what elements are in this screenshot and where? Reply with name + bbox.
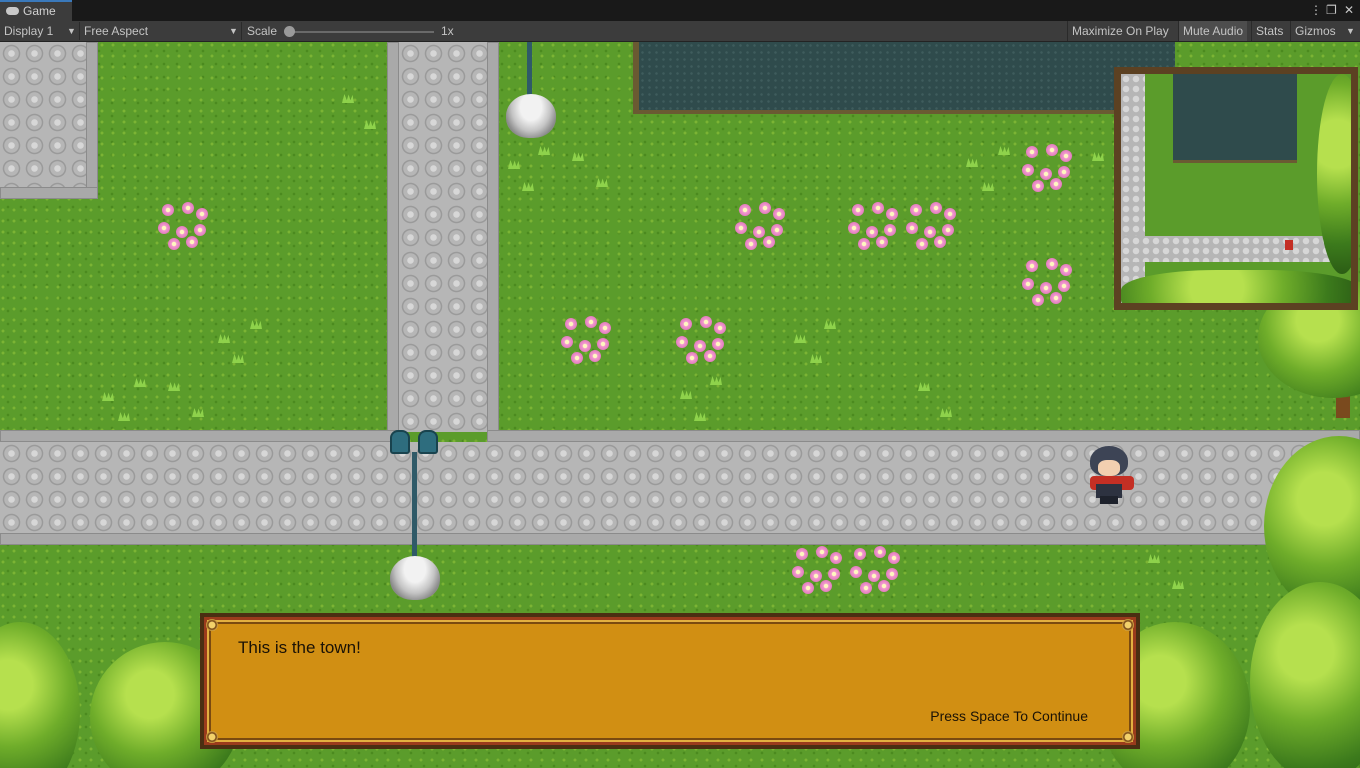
toolbar-divider bbox=[241, 22, 242, 40]
frame-ornament-icon bbox=[206, 619, 218, 631]
dialogue-text: This is the town! bbox=[238, 638, 361, 657]
lamp-base bbox=[390, 556, 440, 600]
grass-tuft bbox=[678, 388, 694, 400]
flower-bush bbox=[1022, 258, 1076, 306]
path-curb bbox=[0, 430, 400, 442]
more-options-icon[interactable]: ⋮ bbox=[1310, 2, 1322, 18]
chevron-down-icon: ▼ bbox=[1346, 26, 1355, 36]
grass-tuft bbox=[938, 406, 954, 418]
lamp-base bbox=[506, 94, 556, 138]
minimap-path bbox=[1121, 74, 1145, 303]
tree bbox=[0, 622, 80, 768]
player-character bbox=[1086, 446, 1136, 504]
flower-bush bbox=[1022, 144, 1076, 192]
grass-tuft bbox=[594, 176, 610, 188]
flower-bush bbox=[848, 202, 902, 250]
lamp-head bbox=[390, 430, 410, 454]
flower-bush bbox=[158, 202, 212, 250]
lamp-post bbox=[412, 452, 417, 572]
grass-tuft bbox=[964, 156, 980, 168]
scale-label: Scale bbox=[247, 24, 278, 38]
mute-audio-toggle[interactable]: Mute Audio bbox=[1178, 21, 1248, 41]
flower-bush bbox=[561, 316, 615, 364]
toolbar-divider bbox=[79, 22, 80, 40]
grass-tuft bbox=[190, 406, 206, 418]
gizmos-dropdown[interactable]: Gizmos bbox=[1290, 21, 1340, 41]
grass-tuft bbox=[1146, 552, 1162, 564]
minimap bbox=[1114, 67, 1358, 310]
aspect-dropdown[interactable]: Free Aspect bbox=[84, 21, 148, 41]
minimap-player-marker bbox=[1285, 240, 1293, 250]
grass-tuft bbox=[980, 180, 996, 192]
scale-value: 1x bbox=[441, 24, 454, 38]
vertical-path bbox=[399, 42, 487, 432]
dialogue-box[interactable]: This is the town! Press Space To Continu… bbox=[200, 613, 1140, 749]
grass-tuft bbox=[100, 390, 116, 402]
stats-toggle[interactable]: Stats bbox=[1251, 21, 1287, 41]
game-view-tab[interactable]: Game bbox=[0, 0, 72, 21]
flower-bush bbox=[735, 202, 789, 250]
frame-ornament-icon bbox=[206, 731, 218, 743]
grass-tuft bbox=[132, 376, 148, 388]
grass-tuft bbox=[1170, 578, 1186, 590]
grass-tuft bbox=[792, 332, 808, 344]
flower-bush bbox=[850, 546, 904, 594]
game-tab-label: Game bbox=[23, 4, 56, 18]
close-window-icon[interactable]: ✕ bbox=[1344, 2, 1354, 18]
horizontal-road bbox=[0, 442, 1360, 534]
grass-tuft bbox=[340, 92, 356, 104]
frame-ornament-icon bbox=[1122, 619, 1134, 631]
minimap-pond bbox=[1173, 74, 1297, 163]
path-curb bbox=[86, 42, 98, 199]
minimap-path bbox=[1121, 236, 1351, 262]
grass-tuft bbox=[536, 144, 552, 156]
plaza-paving bbox=[0, 42, 96, 197]
grass-tuft bbox=[230, 352, 246, 364]
grass-tuft bbox=[116, 410, 132, 422]
grass-tuft bbox=[708, 374, 724, 386]
grass-tuft bbox=[166, 380, 182, 392]
flower-bush bbox=[676, 316, 730, 364]
continue-prompt: Press Space To Continue bbox=[930, 708, 1088, 724]
grass-tuft bbox=[1090, 150, 1106, 162]
path-curb bbox=[487, 42, 499, 442]
flower-bush bbox=[906, 202, 960, 250]
minimap-trees bbox=[1121, 270, 1351, 303]
grass-tuft bbox=[822, 318, 838, 330]
pond bbox=[633, 42, 1175, 114]
grass-tuft bbox=[216, 332, 232, 344]
game-viewport[interactable]: This is the town! Press Space To Continu… bbox=[0, 42, 1360, 768]
path-curb bbox=[0, 533, 1300, 545]
grass-tuft bbox=[692, 410, 708, 422]
path-curb bbox=[387, 42, 399, 434]
grass-tuft bbox=[520, 180, 536, 192]
grass-tuft bbox=[996, 144, 1012, 156]
chevron-down-icon: ▼ bbox=[229, 26, 238, 36]
grass-tuft bbox=[362, 118, 378, 130]
grass-tuft bbox=[570, 150, 586, 162]
scale-slider-track[interactable] bbox=[290, 31, 434, 33]
editor-tab-bar: Game ⋮ ❐ ✕ bbox=[0, 0, 1360, 21]
character-legs bbox=[1100, 496, 1118, 504]
grass-tuft bbox=[248, 318, 264, 330]
game-toolbar: Display 1 ▼ Free Aspect ▼ Scale 1x Maxim… bbox=[0, 21, 1360, 42]
grass-tuft bbox=[916, 380, 932, 392]
path-curb bbox=[487, 430, 1360, 442]
flower-bush bbox=[792, 546, 846, 594]
frame-ornament-icon bbox=[1122, 731, 1134, 743]
chevron-down-icon: ▼ bbox=[67, 26, 76, 36]
lamp-head bbox=[418, 430, 438, 454]
path-curb bbox=[0, 187, 98, 199]
scale-slider-handle[interactable] bbox=[284, 26, 295, 37]
tree bbox=[1250, 582, 1360, 768]
grass-tuft bbox=[808, 352, 824, 364]
display-dropdown[interactable]: Display 1 bbox=[4, 21, 53, 41]
character-face bbox=[1098, 460, 1120, 476]
maximize-window-icon[interactable]: ❐ bbox=[1326, 2, 1337, 18]
grass-tuft bbox=[506, 158, 522, 170]
maximize-on-play-toggle[interactable]: Maximize On Play bbox=[1067, 21, 1173, 41]
gamepad-icon bbox=[6, 7, 19, 15]
